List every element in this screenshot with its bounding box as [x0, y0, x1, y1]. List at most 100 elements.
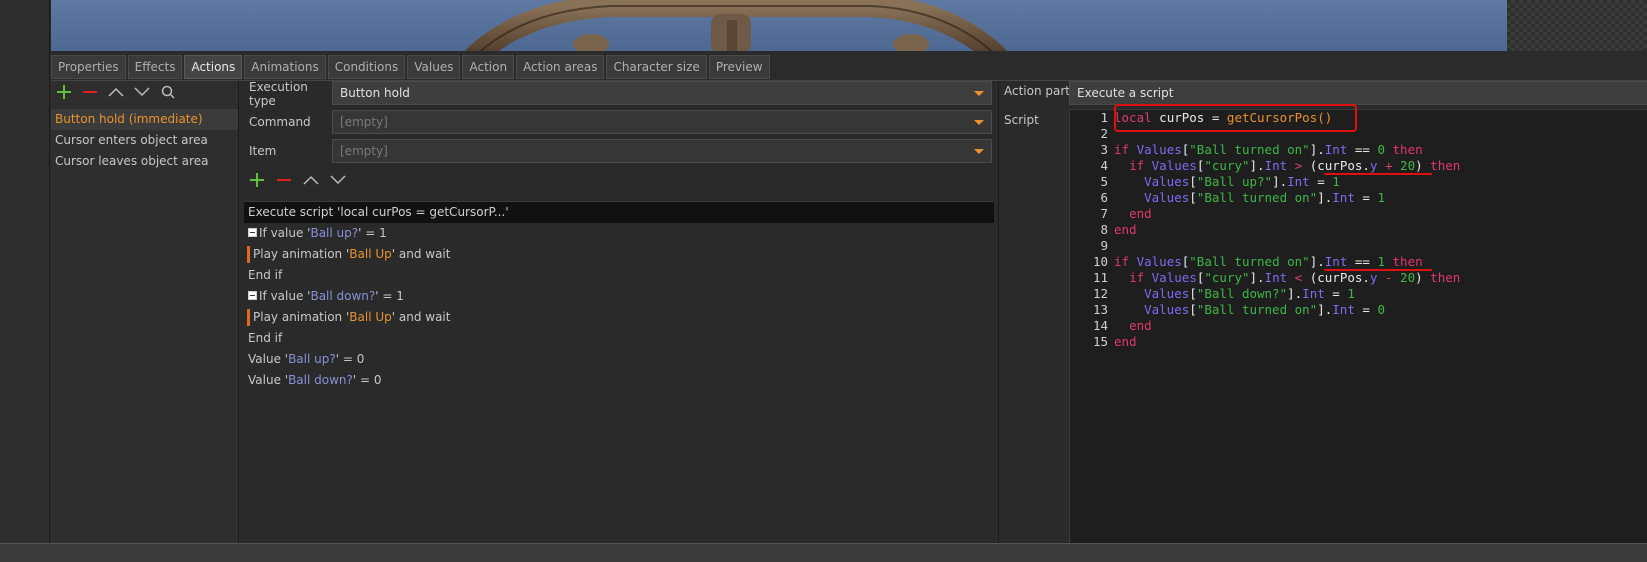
step-text: Value ' — [248, 352, 289, 366]
item-value: [empty] — [340, 144, 388, 158]
step-execute-script[interactable]: Execute script 'local curPos = getCursor… — [244, 202, 994, 223]
execution-type-select[interactable]: Button hold — [332, 81, 992, 105]
step-down-button[interactable] — [329, 171, 347, 189]
command-label: Command — [249, 115, 311, 129]
action-item-button-hold[interactable]: Button hold (immediate) — [51, 109, 238, 130]
tab-conditions[interactable]: Conditions — [327, 55, 406, 79]
animation-name: Ball Up — [349, 247, 392, 261]
animation-name: Ball Up — [349, 310, 392, 324]
tab-actions[interactable]: Actions — [184, 55, 243, 79]
move-up-button[interactable] — [107, 83, 125, 101]
action-item-cursor-leaves[interactable]: Cursor leaves object area — [51, 151, 238, 172]
step-text: ' = 1 — [375, 289, 404, 303]
actions-toolbar — [51, 81, 238, 103]
code-line: 5 Values["Ball up?"].Int = 1 — [1100, 174, 1340, 189]
actions-panel: Button hold (immediate) Cursor enters ob… — [51, 81, 239, 544]
chevron-up-icon — [303, 175, 319, 185]
annotation-box — [1114, 104, 1357, 132]
value-name: Ball up? — [288, 352, 336, 366]
step-set-value[interactable]: Value 'Ball up?' = 0 — [244, 349, 994, 370]
plus-icon — [250, 173, 264, 187]
code-line: 9 — [1100, 238, 1108, 253]
script-label: Script — [1004, 113, 1039, 127]
annotation-underline — [1324, 173, 1432, 175]
search-icon — [161, 85, 175, 99]
script-toolbar — [248, 171, 347, 189]
step-text: If value ' — [259, 226, 311, 240]
status-bar — [0, 543, 1647, 562]
code-line: 3 if Values["Ball turned on"].Int == 0 th… — [1100, 142, 1423, 157]
transparency-checker — [1507, 0, 1647, 51]
step-text: ' and wait — [391, 310, 451, 324]
chevron-down-icon — [134, 87, 150, 97]
plus-icon — [57, 85, 71, 99]
tab-animations[interactable]: Animations — [244, 55, 326, 79]
execution-type-value: Button hold — [340, 86, 410, 100]
code-line: 13 Values["Ball turned on"].Int = 0 — [1092, 302, 1385, 317]
execution-type-row: Execution type — [244, 80, 332, 108]
action-list: Button hold (immediate) Cursor enters ob… — [51, 109, 238, 172]
code-line: 11 if Values["cury"].Int < (curPos.y - 2… — [1092, 270, 1461, 285]
remove-step-button[interactable] — [275, 171, 293, 189]
step-text: ' = 1 — [358, 226, 387, 240]
tab-bar: Properties Effects Actions Animations Condit… — [51, 55, 770, 79]
step-text: Value ' — [248, 373, 289, 387]
tab-action-areas[interactable]: Action areas — [516, 55, 605, 79]
scene-preview — [51, 0, 1647, 51]
script-editor[interactable]: 1 local curPos = getCursorPos() 2 3 if Val… — [1069, 104, 1647, 544]
tab-effects[interactable]: Effects — [127, 55, 183, 79]
code-line: 10 if Values["Ball turned on"].Int == 1 t… — [1092, 254, 1423, 269]
wheel-image — [464, 0, 1008, 51]
tab-properties[interactable]: Properties — [51, 55, 126, 79]
tab-preview[interactable]: Preview — [708, 55, 770, 79]
script-step-list: Execute script 'local curPos = getCursor… — [244, 201, 994, 544]
tab-values[interactable]: Values — [407, 55, 461, 79]
command-row: Command — [244, 109, 332, 135]
step-text: Play animation ' — [253, 247, 350, 261]
collapse-icon[interactable] — [248, 228, 257, 237]
minus-icon — [83, 91, 97, 93]
step-set-value[interactable]: Value 'Ball down?' = 0 — [244, 370, 994, 391]
dropdown-arrow-icon — [974, 120, 984, 125]
action-part-select[interactable]: Execute a script — [1069, 81, 1647, 105]
command-value: [empty] — [340, 115, 388, 129]
tab-character-size[interactable]: Character size — [606, 55, 707, 79]
move-down-button[interactable] — [133, 83, 151, 101]
item-select[interactable]: [empty] — [332, 139, 992, 163]
step-end-if[interactable]: End if — [244, 265, 994, 286]
remove-action-button[interactable] — [81, 83, 99, 101]
step-if-ball-down[interactable]: If value 'Ball down?' = 1 — [244, 286, 994, 307]
annotation-underline — [1324, 269, 1432, 271]
execution-type-label: Execution type — [249, 80, 308, 108]
step-text: If value ' — [259, 289, 311, 303]
collapse-icon[interactable] — [248, 291, 257, 300]
minus-icon — [277, 179, 291, 181]
add-action-button[interactable] — [55, 83, 73, 101]
item-label: Item — [249, 144, 277, 158]
step-end-if[interactable]: End if — [244, 328, 994, 349]
code-line: 6 Values["Ball turned on"].Int = 1 — [1100, 190, 1385, 205]
step-play-animation[interactable]: Play animation 'Ball Up' and wait — [244, 244, 994, 265]
command-select[interactable]: [empty] — [332, 110, 992, 134]
item-row: Item — [244, 138, 332, 164]
value-name: Ball up? — [310, 226, 359, 240]
action-part-label: Action part — [1004, 84, 1071, 98]
step-if-ball-up[interactable]: If value 'Ball up?' = 1 — [244, 223, 994, 244]
dropdown-arrow-icon — [974, 149, 984, 154]
left-strip — [0, 0, 50, 543]
action-item-cursor-enters[interactable]: Cursor enters object area — [51, 130, 238, 151]
step-up-button[interactable] — [302, 171, 320, 189]
action-part-panel: Action part Execute a script Script 1 loc… — [998, 81, 1647, 544]
add-step-button[interactable] — [248, 171, 266, 189]
search-button[interactable] — [159, 83, 177, 101]
code-line: 14 end — [1092, 318, 1152, 333]
code-line: 15 end — [1092, 334, 1137, 349]
value-name: Ball down? — [288, 373, 353, 387]
dropdown-arrow-icon — [974, 91, 984, 96]
step-play-animation[interactable]: Play animation 'Ball Up' and wait — [244, 307, 994, 328]
tab-action[interactable]: Action — [462, 55, 515, 79]
code-line: 4 if Values["cury"].Int > (curPos.y + 20… — [1100, 158, 1461, 173]
actions-content: Button hold (immediate) Cursor enters ob… — [51, 80, 1647, 544]
chevron-up-icon — [108, 87, 124, 97]
step-text: ' and wait — [391, 247, 451, 261]
